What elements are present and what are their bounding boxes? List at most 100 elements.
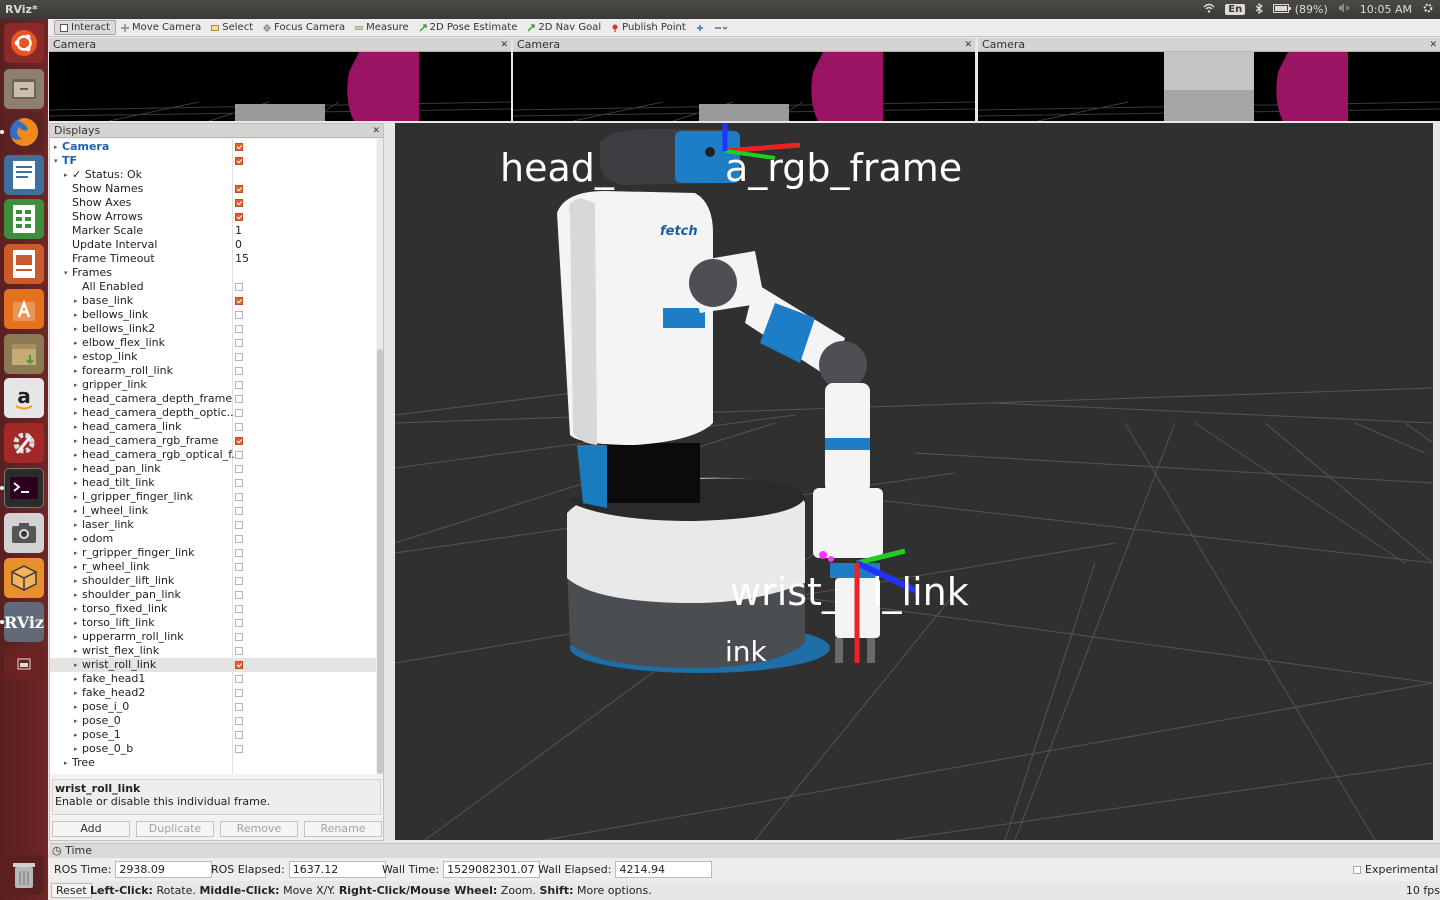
ros-time-value[interactable]: 2938.09 [115,861,213,878]
display-tree-row[interactable]: ▸ Camera [50,140,376,154]
trash-icon[interactable] [4,855,44,895]
enable-checkbox[interactable] [235,661,243,669]
expand-arrow-icon[interactable]: ▸ [74,742,78,756]
display-tree-row[interactable]: Show Axes [50,196,376,210]
expand-arrow-icon[interactable]: ▸ [74,392,78,406]
display-tree-row[interactable]: ▸ head_camera_rgb_optical_f... [50,448,376,462]
enable-checkbox[interactable] [235,143,243,151]
focus-camera-tool[interactable]: Focus Camera [258,20,350,35]
enable-checkbox[interactable] [235,367,243,375]
display-tree-row[interactable]: ▾ Frames [50,266,376,280]
virtualbox-icon[interactable] [4,558,44,598]
display-tree-row[interactable]: Frame Timeout 15 [50,252,376,266]
expand-arrow-icon[interactable]: ▸ [74,658,78,672]
display-tree-row[interactable]: ▸ wrist_flex_link [50,644,376,658]
expand-arrow-icon[interactable]: ▸ [74,532,78,546]
display-tree-row[interactable]: ▸ head_camera_link [50,420,376,434]
gear-icon[interactable] [1422,2,1434,17]
select-tool[interactable]: Select [206,20,258,35]
enable-checkbox[interactable] [235,507,243,515]
enable-checkbox[interactable] [235,493,243,501]
display-tree-row[interactable]: ▸ shoulder_lift_link [50,574,376,588]
display-tree-row[interactable]: ▸ head_camera_depth_frame [50,392,376,406]
display-tree[interactable]: ▸ Camera ▾ TF ▸ ✓ Status: Ok Show Names Show Ax… [50,139,376,774]
display-tree-row[interactable]: ▸ ✓ Status: Ok [50,168,376,182]
expand-arrow-icon[interactable]: ▸ [74,560,78,574]
ros-elapsed-value[interactable]: 1637.12 [288,861,386,878]
enable-checkbox[interactable] [235,633,243,641]
enable-checkbox[interactable] [235,283,243,291]
display-tree-row[interactable]: ▸ shoulder_pan_link [50,588,376,602]
display-tree-row[interactable]: Marker Scale 1 [50,224,376,238]
expand-arrow-icon[interactable]: ▸ [74,462,78,476]
display-tree-row[interactable]: ▸ fake_head2 [50,686,376,700]
enable-checkbox[interactable] [235,297,243,305]
expand-arrow-icon[interactable]: ▸ [74,448,78,462]
display-tree-row[interactable]: ▸ l_gripper_finger_link [50,490,376,504]
rviz-icon[interactable]: RViz [4,602,44,642]
rename-display-button[interactable]: Rename [304,821,382,837]
enable-checkbox[interactable] [235,381,243,389]
expand-arrow-icon[interactable]: ▸ [64,756,68,770]
expand-arrow-icon[interactable]: ▸ [74,420,78,434]
display-tree-row[interactable]: ▸ wrist_roll_link [50,658,376,672]
measure-tool[interactable]: Measure [350,20,414,35]
enable-checkbox[interactable] [235,647,243,655]
display-tree-row[interactable]: ▸ head_tilt_link [50,476,376,490]
display-tree-row[interactable]: ▸ forearm_roll_link [50,364,376,378]
software-center-icon[interactable] [4,289,44,329]
enable-checkbox[interactable] [235,451,243,459]
bluetooth-icon[interactable] [1255,2,1264,17]
system-settings-icon[interactable] [4,423,44,463]
property-value[interactable]: 15 [235,252,249,266]
enable-checkbox[interactable] [235,465,243,473]
display-tree-row[interactable]: ▸ Tree [50,756,376,770]
expand-arrow-icon[interactable]: ▸ [64,168,68,182]
display-tree-row[interactable]: ▸ r_wheel_link [50,560,376,574]
display-tree-row[interactable]: ▸ pose_0 [50,714,376,728]
pose-estimate-tool[interactable]: 2D Pose Estimate [414,20,523,35]
wall-time-value[interactable]: 1529082301.07 [443,861,541,878]
add-tool-button[interactable] [691,20,709,35]
impress-icon[interactable] [4,244,44,284]
expand-arrow-icon[interactable]: ▸ [74,644,78,658]
move-camera-tool[interactable]: Move Camera [116,20,206,35]
expand-arrow-icon[interactable]: ▸ [74,700,78,714]
enable-checkbox[interactable] [235,591,243,599]
display-tree-row[interactable]: Show Arrows [50,210,376,224]
expand-arrow-icon[interactable]: ▸ [74,504,78,518]
files-icon[interactable] [4,69,44,109]
display-tree-row[interactable]: ▸ laser_link [50,518,376,532]
screenshot-icon[interactable] [4,513,44,553]
expand-arrow-icon[interactable]: ▸ [54,140,58,154]
enable-checkbox[interactable] [235,619,243,627]
expand-arrow-icon[interactable]: ▸ [74,546,78,560]
display-tree-row[interactable]: ▸ r_gripper_finger_link [50,546,376,560]
enable-checkbox[interactable] [235,703,243,711]
display-tree-row[interactable]: Update Interval 0 [50,238,376,252]
enable-checkbox[interactable] [235,549,243,557]
keyboard-language-indicator[interactable]: En [1225,4,1246,15]
collapse-arrow-icon[interactable]: ▾ [64,266,68,280]
enable-checkbox[interactable] [235,409,243,417]
expand-arrow-icon[interactable]: ▸ [74,672,78,686]
display-tree-row[interactable]: ▸ torso_fixed_link [50,602,376,616]
expand-arrow-icon[interactable]: ▸ [74,336,78,350]
enable-checkbox[interactable] [235,717,243,725]
enable-checkbox[interactable] [235,423,243,431]
expand-arrow-icon[interactable]: ▸ [74,686,78,700]
display-tree-row[interactable]: ▸ pose_0_b [50,742,376,756]
close-icon[interactable]: ✕ [372,124,380,138]
expand-arrow-icon[interactable]: ▸ [74,322,78,336]
expand-arrow-icon[interactable]: ▸ [74,378,78,392]
expand-arrow-icon[interactable]: ▸ [74,406,78,420]
display-tree-row[interactable]: ▸ head_camera_depth_optic... [50,406,376,420]
enable-checkbox[interactable] [235,311,243,319]
calc-icon[interactable] [4,199,44,239]
enable-checkbox[interactable] [235,185,243,193]
enable-checkbox[interactable] [235,521,243,529]
enable-checkbox[interactable] [235,157,243,165]
enable-checkbox[interactable] [235,353,243,361]
display-tree-row[interactable]: ▾ TF [50,154,376,168]
publish-point-tool[interactable]: Publish Point [606,20,691,35]
